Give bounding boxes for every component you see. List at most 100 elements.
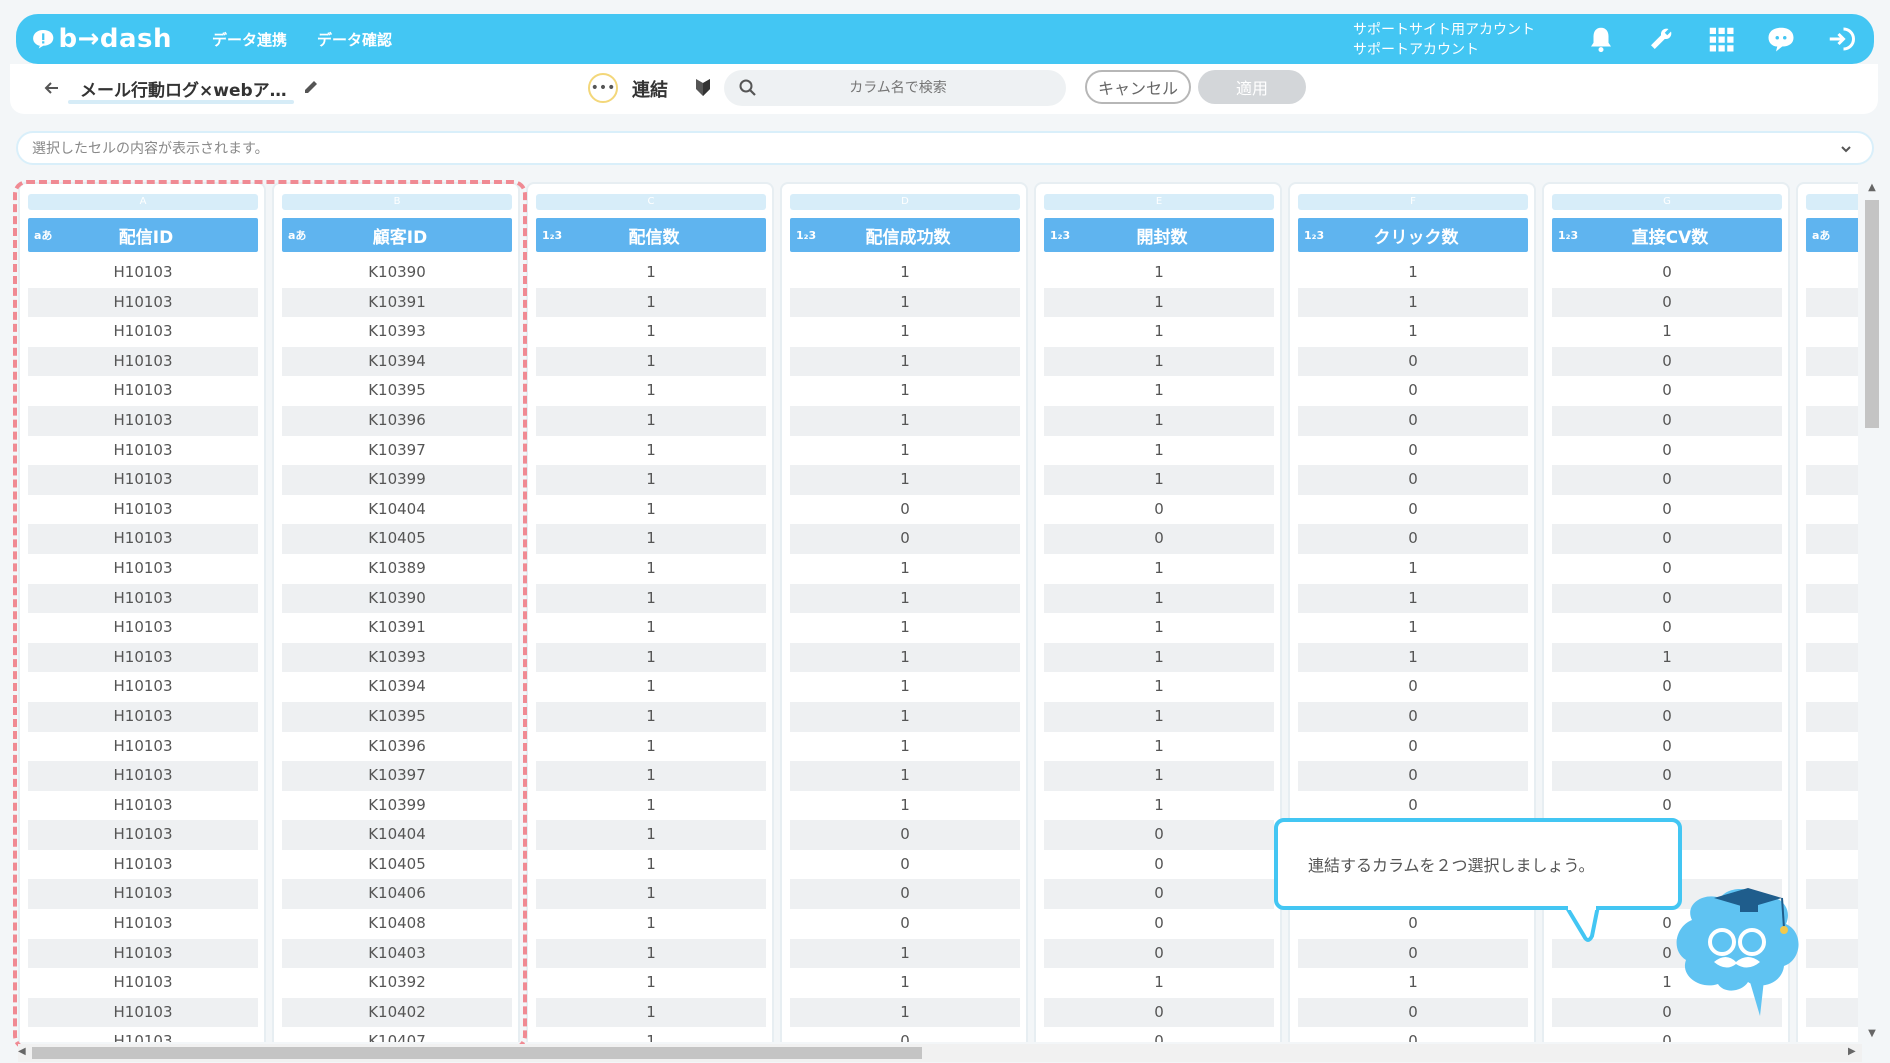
table-cell[interactable]: 1 — [536, 879, 766, 910]
column-header[interactable]: aあ 顧客ID — [282, 218, 512, 252]
table-cell[interactable]: 1 — [536, 997, 766, 1028]
table-cell[interactable]: 1 — [1298, 642, 1528, 673]
table-cell[interactable]: 0 — [1552, 287, 1782, 318]
cancel-button[interactable]: キャンセル — [1085, 70, 1191, 104]
table-cell[interactable]: 1 — [1044, 732, 1274, 762]
bell-icon[interactable] — [1586, 24, 1616, 54]
table-cell[interactable]: H10103 — [28, 701, 258, 732]
table-cell[interactable]: 1 — [1044, 613, 1274, 643]
table-cell[interactable]: 0 — [790, 850, 1020, 880]
table-cell[interactable]: 1 — [1044, 376, 1274, 406]
table-cell[interactable]: K10399 — [282, 465, 512, 495]
table-cell[interactable]: H10103 — [28, 317, 258, 347]
table-cell[interactable]: 0 — [1552, 554, 1782, 584]
beginner-mark-icon[interactable] — [692, 76, 714, 98]
table-cell[interactable]: H10103 — [28, 761, 258, 791]
logo[interactable]: b→dash — [32, 21, 172, 57]
table-cell[interactable]: 0 — [1552, 405, 1782, 436]
horizontal-scrollbar[interactable]: ◀ ▶ — [18, 1044, 1862, 1062]
table-cell[interactable]: 0 — [1044, 524, 1274, 554]
table-cell[interactable]: 1 — [790, 701, 1020, 732]
apply-button[interactable]: 適用 — [1198, 70, 1306, 104]
table-cell[interactable]: 1 — [536, 761, 766, 791]
table-cell[interactable]: 1 — [536, 791, 766, 821]
table-cell[interactable]: 1 — [1044, 317, 1274, 347]
scroll-right-icon[interactable]: ▶ — [1848, 1046, 1862, 1060]
table-cell[interactable] — [1806, 287, 1858, 318]
column-header[interactable]: 1₂3 配信成功数 — [790, 218, 1020, 252]
table-cell[interactable] — [1806, 583, 1858, 614]
table-cell[interactable]: 1 — [790, 938, 1020, 969]
table-cell[interactable]: 0 — [1298, 997, 1528, 1028]
table-cell[interactable]: 1 — [1552, 317, 1782, 347]
column-header[interactable]: 1₂3 クリック数 — [1298, 218, 1528, 252]
table-cell[interactable]: 1 — [790, 405, 1020, 436]
table-cell[interactable]: H10103 — [28, 495, 258, 525]
table-cell[interactable]: 1 — [1044, 583, 1274, 614]
table-cell[interactable]: K10403 — [282, 938, 512, 969]
table-cell[interactable]: 1 — [1044, 287, 1274, 318]
table-cell[interactable]: 0 — [1552, 791, 1782, 821]
table-cell[interactable]: 0 — [1552, 376, 1782, 406]
table-cell[interactable]: 1 — [536, 495, 766, 525]
table-cell[interactable]: H10103 — [28, 346, 258, 377]
vertical-scroll-thumb[interactable] — [1865, 200, 1879, 428]
table-cell[interactable]: 1 — [1298, 317, 1528, 347]
table-cell[interactable]: 1 — [536, 938, 766, 969]
scroll-down-icon[interactable]: ▼ — [1865, 1028, 1879, 1042]
table-cell[interactable]: 1 — [536, 672, 766, 702]
table-cell[interactable]: 1 — [790, 317, 1020, 347]
table-cell[interactable]: 1 — [536, 405, 766, 436]
table-cell[interactable]: K10395 — [282, 376, 512, 406]
table-cell[interactable]: 0 — [1552, 465, 1782, 495]
table-cell[interactable]: K10399 — [282, 791, 512, 821]
table-cell[interactable]: 1 — [790, 613, 1020, 643]
table-cell[interactable]: H10103 — [28, 791, 258, 821]
table-cell[interactable]: K10405 — [282, 524, 512, 554]
table-cell[interactable]: 0 — [1298, 524, 1528, 554]
table-cell[interactable]: 1 — [1044, 436, 1274, 466]
table-cell[interactable]: 1 — [536, 613, 766, 643]
table-cell[interactable]: 1 — [1044, 761, 1274, 791]
table-cell[interactable]: H10103 — [28, 642, 258, 673]
pencil-icon[interactable] — [302, 78, 320, 96]
table-cell[interactable]: 0 — [1044, 879, 1274, 910]
table-cell[interactable]: 0 — [1298, 465, 1528, 495]
table-cell[interactable]: H10103 — [28, 287, 258, 318]
table-cell[interactable] — [1806, 732, 1858, 762]
table-cell[interactable]: 1 — [790, 761, 1020, 791]
table-cell[interactable]: 1 — [1044, 642, 1274, 673]
table-cell[interactable]: 0 — [1552, 701, 1782, 732]
table-cell[interactable]: H10103 — [28, 850, 258, 880]
table-cell[interactable]: 0 — [1298, 672, 1528, 702]
table-cell[interactable]: 0 — [790, 524, 1020, 554]
table-cell[interactable]: 1 — [536, 465, 766, 495]
back-arrow-icon[interactable] — [42, 78, 62, 98]
table-cell[interactable]: K10408 — [282, 909, 512, 939]
table-cell[interactable]: 0 — [790, 879, 1020, 910]
table-cell[interactable]: 0 — [1552, 436, 1782, 466]
column-header[interactable]: aあ 配信ID — [28, 218, 258, 252]
table-cell[interactable]: K10389 — [282, 554, 512, 584]
table-cell[interactable]: 1 — [1044, 258, 1274, 288]
table-cell[interactable]: H10103 — [28, 997, 258, 1028]
table-cell[interactable] — [1806, 465, 1858, 495]
table-cell[interactable] — [1806, 524, 1858, 554]
table-cell[interactable]: 0 — [1298, 909, 1528, 939]
table-cell[interactable]: 0 — [790, 909, 1020, 939]
table-cell[interactable]: H10103 — [28, 938, 258, 969]
table-cell[interactable]: 0 — [1552, 495, 1782, 525]
table-cell[interactable]: 0 — [1298, 376, 1528, 406]
table-cell[interactable] — [1806, 317, 1858, 347]
wrench-icon[interactable] — [1646, 24, 1676, 54]
table-cell[interactable] — [1806, 761, 1858, 791]
table-cell[interactable]: K10406 — [282, 879, 512, 910]
table-cell[interactable]: 0 — [790, 495, 1020, 525]
table-cell[interactable]: H10103 — [28, 672, 258, 702]
table-cell[interactable]: 1 — [1044, 554, 1274, 584]
table-cell[interactable]: 1 — [1552, 642, 1782, 673]
table-cell[interactable]: K10391 — [282, 287, 512, 318]
table-cell[interactable]: 1 — [1298, 613, 1528, 643]
table-cell[interactable]: 1 — [1044, 465, 1274, 495]
table-cell[interactable]: 1 — [790, 791, 1020, 821]
